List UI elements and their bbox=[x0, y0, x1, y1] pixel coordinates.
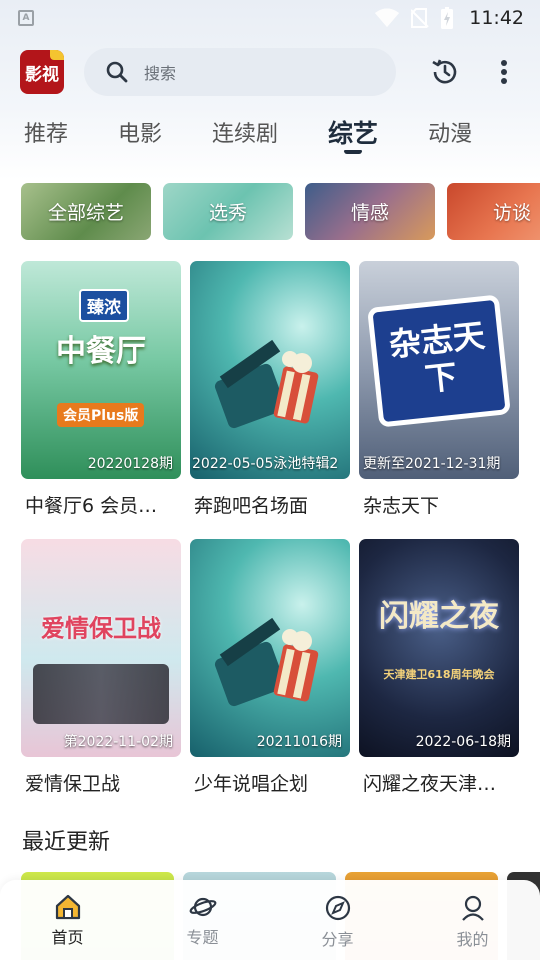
poster-image: 爱情保卫战 第2022-11-02期 bbox=[21, 539, 181, 757]
episode-badge: 20220128期 bbox=[87, 456, 173, 472]
more-vertical-icon bbox=[501, 60, 507, 84]
status-bar: A 11:42 bbox=[0, 0, 540, 36]
card-title: 爱情保卫战 bbox=[25, 773, 121, 795]
content-card[interactable]: 臻浓 中餐厅 会员Plus版 20220128期 中餐厅6 会员… bbox=[21, 261, 181, 539]
compass-icon bbox=[325, 895, 350, 921]
poster-text: 闪耀之夜 bbox=[379, 599, 499, 635]
poster-subtext: 会员Plus版 bbox=[57, 403, 145, 427]
recent-section-title: 最近更新 bbox=[22, 830, 111, 855]
nav-label: 首页 bbox=[51, 928, 84, 947]
card-title: 中餐厅6 会员… bbox=[25, 495, 158, 517]
episode-badge: 2022-05-05泳池特辑2 bbox=[192, 456, 339, 472]
poster-text: 中餐厅 bbox=[56, 334, 146, 370]
card-title: 杂志天下 bbox=[363, 495, 440, 517]
history-button[interactable] bbox=[430, 57, 460, 87]
poster-text: 爱情保卫战 bbox=[41, 614, 161, 643]
tab-series[interactable]: 连续剧 bbox=[212, 106, 278, 148]
poster-brand: 臻浓 bbox=[79, 289, 129, 322]
app-header: 影视 搜索 bbox=[0, 44, 540, 100]
history-icon bbox=[432, 59, 457, 84]
search-icon bbox=[106, 61, 128, 83]
poster-image: 2022-05-05泳池特辑2 bbox=[190, 261, 350, 479]
content-card[interactable]: 杂志天下 更新至2021-12-31期 杂志天下 bbox=[359, 261, 519, 539]
poster-text: 杂志天下 bbox=[387, 316, 487, 399]
content-card[interactable]: 20211016期 少年说唱企划 bbox=[190, 539, 350, 817]
content-card[interactable]: 2022-05-05泳池特辑2 奔跑吧名场面 bbox=[190, 261, 350, 539]
poster-image: 20211016期 bbox=[190, 539, 350, 757]
card-title: 少年说唱企划 bbox=[194, 773, 309, 795]
tab-recommend[interactable]: 推荐 bbox=[24, 106, 68, 148]
nav-label: 分享 bbox=[321, 930, 354, 949]
episode-badge: 第2022-11-02期 bbox=[63, 734, 173, 750]
app-logo[interactable]: 影视 bbox=[20, 50, 64, 94]
sub-category-talent[interactable]: 选秀 bbox=[163, 183, 293, 240]
nav-label: 专题 bbox=[186, 928, 219, 947]
nav-label: 我的 bbox=[456, 930, 489, 949]
content-grid: 臻浓 中餐厅 会员Plus版 20220128期 中餐厅6 会员… 2022-0… bbox=[21, 261, 519, 817]
sub-category-row: 全部综艺 选秀 情感 访谈 bbox=[21, 183, 540, 240]
poster-image: 杂志天下 更新至2021-12-31期 bbox=[359, 261, 519, 479]
episode-badge: 更新至2021-12-31期 bbox=[363, 456, 501, 472]
episode-badge: 2022-06-18期 bbox=[415, 734, 511, 750]
app-logo-text: 影视 bbox=[25, 64, 59, 85]
nav-topics[interactable]: 专题 bbox=[163, 880, 243, 960]
logo-tag bbox=[50, 50, 64, 60]
film-clapper-icon bbox=[214, 339, 319, 429]
film-clapper-icon bbox=[214, 617, 319, 707]
tab-variety[interactable]: 综艺 bbox=[328, 106, 378, 154]
content-card[interactable]: 闪耀之夜 天津建卫618周年晚会 2022-06-18期 闪耀之夜天津… bbox=[359, 539, 519, 817]
sub-category-interview[interactable]: 访谈 bbox=[447, 183, 540, 240]
status-time: 11:42 bbox=[469, 7, 524, 29]
bottom-nav: 首页 专题 分享 我的 bbox=[0, 880, 540, 960]
sub-category-all[interactable]: 全部综艺 bbox=[21, 183, 151, 240]
card-title: 奔跑吧名场面 bbox=[194, 495, 309, 517]
poster-subtext: 天津建卫618周年晚会 bbox=[383, 668, 495, 682]
category-tabs: 推荐 电影 连续剧 综艺 动漫 bbox=[0, 106, 540, 158]
nav-home[interactable]: 首页 bbox=[28, 880, 108, 960]
content-card[interactable]: 爱情保卫战 第2022-11-02期 爱情保卫战 bbox=[21, 539, 181, 817]
search-input[interactable]: 搜索 bbox=[84, 48, 396, 96]
notification-icon: A bbox=[18, 10, 34, 26]
tab-anime[interactable]: 动漫 bbox=[428, 106, 472, 148]
battery-icon bbox=[441, 7, 454, 29]
episode-badge: 20211016期 bbox=[256, 734, 342, 750]
user-icon bbox=[461, 895, 484, 921]
nav-share[interactable]: 分享 bbox=[298, 880, 378, 960]
tab-movie[interactable]: 电影 bbox=[118, 106, 162, 148]
poster-image: 臻浓 中餐厅 会员Plus版 20220128期 bbox=[21, 261, 181, 479]
poster-image: 闪耀之夜 天津建卫618周年晚会 2022-06-18期 bbox=[359, 539, 519, 757]
more-button[interactable] bbox=[500, 59, 508, 85]
search-placeholder: 搜索 bbox=[144, 64, 177, 83]
wifi-icon bbox=[375, 8, 400, 27]
sub-category-romance[interactable]: 情感 bbox=[305, 183, 435, 240]
card-title: 闪耀之夜天津… bbox=[363, 773, 497, 795]
planet-icon bbox=[189, 897, 216, 917]
home-icon bbox=[55, 894, 80, 920]
nav-profile[interactable]: 我的 bbox=[433, 880, 513, 960]
no-sim-icon bbox=[411, 8, 429, 28]
